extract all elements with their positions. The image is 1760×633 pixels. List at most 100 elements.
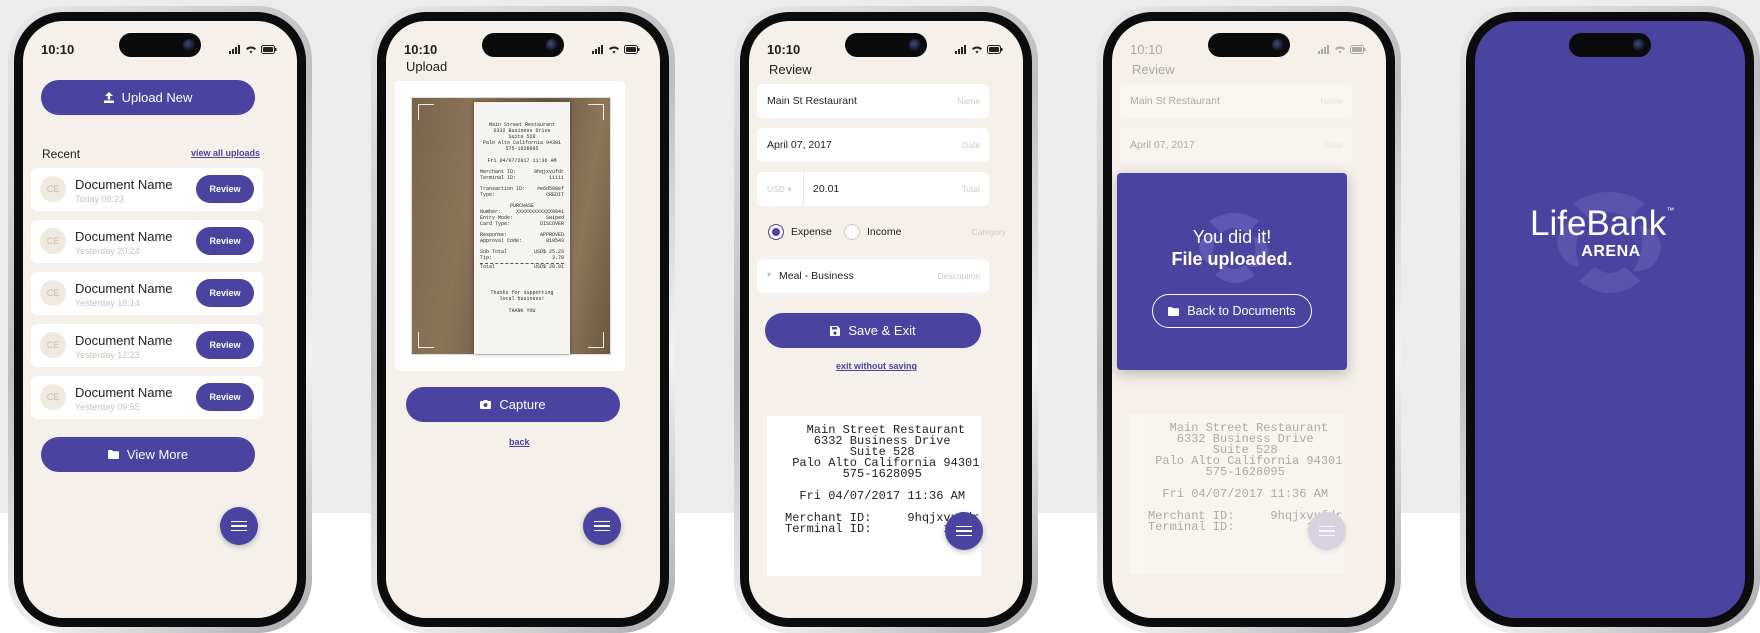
camera-viewfinder[interactable]: Main Street Restaurant 6332 Business Dri… (411, 97, 611, 355)
avatar: CE (40, 176, 66, 202)
back-link[interactable]: back (509, 437, 530, 447)
hamburger-menu-icon (231, 521, 247, 531)
chevron-down-icon: ▾ (787, 184, 792, 194)
capture-button[interactable]: Capture (406, 387, 620, 422)
receipt-line: Terminal ID: 11111 (480, 175, 564, 181)
wifi-icon (972, 45, 982, 53)
battery-icon (261, 44, 277, 54)
battery-icon (624, 44, 640, 54)
category-hint: Category (971, 227, 1007, 237)
success-message: You did it! (1192, 227, 1272, 247)
view-all-uploads-link[interactable]: view all uploads (191, 148, 260, 158)
upload-new-button[interactable]: Upload New (41, 80, 255, 115)
date-hint: Date (962, 140, 980, 150)
avatar: CE (40, 228, 66, 254)
home-screen: 10:10 Upload New Recent view all uploads… (23, 21, 297, 618)
description-select[interactable]: ▾ Meal - Business Description (757, 259, 989, 293)
phone-review: 10:10 Review Main St Restaurant Name Apr… (734, 6, 1038, 633)
camera-icon (480, 400, 492, 409)
document-time: Yesterday 09:55 (75, 402, 140, 412)
status-time: 10:10 (41, 41, 75, 57)
exit-without-saving-link[interactable]: exit without saving (836, 361, 917, 371)
corner-marker (418, 332, 434, 348)
date-hint: Date (1325, 140, 1343, 150)
menu-fab-button[interactable] (945, 512, 983, 550)
date-field: April 07, 2017 Date (1120, 128, 1352, 162)
folder-icon (1168, 306, 1180, 316)
page-title: Upload (406, 59, 448, 74)
name-hint: Name (1320, 96, 1343, 106)
menu-fab-button[interactable] (583, 507, 621, 545)
document-row[interactable]: CE Document Name Today 08:23 Review (31, 168, 263, 211)
receipt-line: 575-1628095 (505, 146, 539, 152)
phone-upload: 10:10 Upload Main Street Restaurant 6332… (371, 6, 675, 633)
income-radio[interactable] (844, 224, 860, 240)
menu-fab-button[interactable] (220, 507, 258, 545)
document-name: Document Name (75, 281, 173, 296)
success-title: File uploaded. (1171, 249, 1293, 269)
expense-radio[interactable] (768, 224, 784, 240)
battery-icon (987, 44, 1003, 54)
folder-icon (107, 450, 119, 459)
save-exit-button[interactable]: Save & Exit (765, 313, 981, 348)
upload-screen: 10:10 Upload Main Street Restaurant 6332… (386, 21, 660, 618)
logo-wordmark: LifeBank ™ (1530, 204, 1674, 244)
currency-select[interactable]: USD ▾ (767, 184, 792, 195)
phone-home: 10:10 Upload New Recent view all uploads… (8, 6, 312, 633)
review-button[interactable]: Review (196, 175, 254, 203)
review-button[interactable]: Review (196, 383, 254, 411)
signal-icon (229, 44, 240, 54)
hamburger-menu-icon (1319, 526, 1335, 536)
document-row[interactable]: CE Document Name Yesterday 18:14 Review (31, 272, 263, 315)
phone-splash: LifeBank ™ ARENA (1460, 6, 1760, 633)
review-button[interactable]: Review (196, 279, 254, 307)
document-time: Yesterday 12:23 (75, 350, 140, 360)
back-to-documents-label: Back to Documents (1187, 304, 1296, 318)
document-name: Document Name (75, 177, 173, 192)
date-value: April 07, 2017 (767, 139, 832, 151)
success-screen: 10:10 Review Main St Restaurant Name Apr… (1112, 21, 1386, 618)
view-more-button[interactable]: View More (41, 437, 255, 472)
review-button[interactable]: Review (196, 331, 254, 359)
receipt-line: THANK YOU (508, 308, 536, 314)
splash-screen: LifeBank ™ ARENA (1475, 21, 1745, 618)
receipt-line: Card Type: DISCOVER (480, 221, 564, 227)
date-field[interactable]: April 07, 2017 Date (757, 128, 989, 162)
avatar: CE (40, 280, 66, 306)
receipt-preview: Main Street Restaurant 6332 Business Dri… (1130, 414, 1344, 574)
name-field[interactable]: Main St Restaurant Name (757, 84, 989, 118)
document-name: Document Name (75, 229, 173, 244)
dynamic-island (845, 33, 927, 57)
amount-field[interactable]: USD ▾ 20.01 Total (757, 172, 989, 206)
document-row[interactable]: CE Document Name Yesterday 20:24 Review (31, 220, 263, 263)
description-value: Meal - Business (779, 270, 854, 282)
corner-marker (588, 104, 604, 120)
document-row[interactable]: CE Document Name Yesterday 09:55 Review (31, 376, 263, 419)
status-time: 10:10 (1130, 41, 1163, 57)
upload-success-modal: You did it! File uploaded. Back to Docum… (1117, 173, 1347, 370)
camera-preview-frame: Main Street Restaurant 6332 Business Dri… (395, 81, 625, 371)
battery-icon (1350, 44, 1366, 54)
upload-icon (103, 92, 114, 103)
signal-icon (1318, 44, 1329, 54)
save-exit-label: Save & Exit (848, 323, 916, 338)
document-time: Yesterday 18:14 (75, 298, 140, 308)
phone-success: 10:10 Review Main St Restaurant Name Apr… (1097, 6, 1401, 633)
document-name: Document Name (75, 385, 173, 400)
name-hint: Name (957, 96, 980, 106)
back-to-documents-button[interactable]: Back to Documents (1152, 294, 1312, 328)
hamburger-menu-icon (956, 526, 972, 536)
document-row[interactable]: CE Document Name Yesterday 12:23 Review (31, 324, 263, 367)
review-button[interactable]: Review (196, 227, 254, 255)
receipt-datetime: Fri 04/07/2017 11:36 AM (487, 158, 557, 164)
signal-icon (592, 44, 603, 54)
expense-label: Expense (791, 226, 832, 238)
document-time: Today 08:23 (75, 194, 125, 204)
wifi-icon (1335, 45, 1345, 53)
receipt-line: local business! (499, 296, 545, 302)
dynamic-island (482, 33, 564, 57)
receipt-line: Approval Code: 819543 (480, 238, 564, 244)
signal-icon (955, 44, 966, 54)
receipt-line: Total USD$ 29.01 (480, 264, 564, 270)
wifi-icon (609, 45, 619, 53)
